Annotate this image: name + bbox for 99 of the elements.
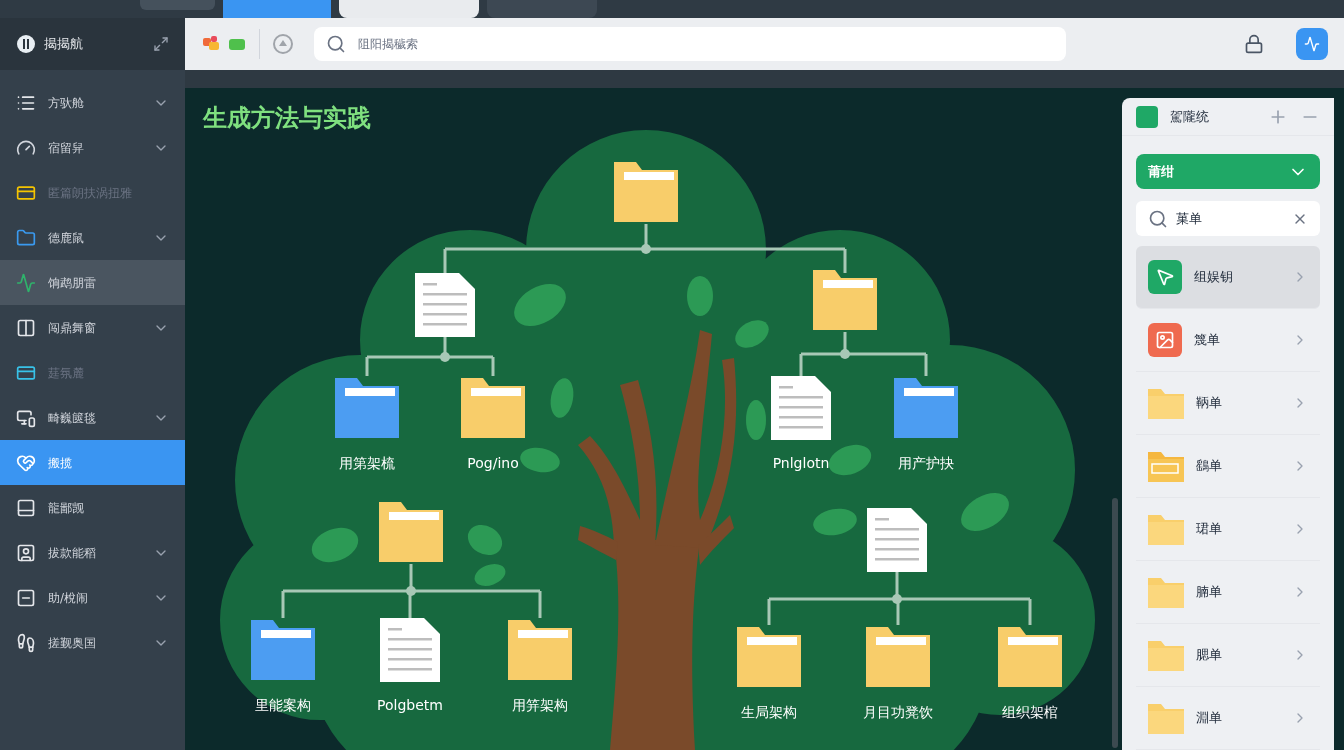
- panel-list-item[interactable]: 组娱钥: [1136, 246, 1320, 309]
- sidebar-label: 闯鼎舞窗: [48, 319, 97, 337]
- sidebar-item[interactable]: 拔款能稻: [0, 530, 185, 575]
- document-icon: [415, 273, 475, 337]
- columns-icon: [16, 317, 36, 338]
- browser-tab[interactable]: [223, 0, 331, 18]
- sidebar-label: 搬揽: [48, 454, 73, 472]
- sidebar-label: 德鹿鼠: [48, 229, 85, 247]
- folder-icon: [1148, 639, 1184, 671]
- search-icon: [1148, 208, 1168, 229]
- panel-search-field[interactable]: 菓单: [1136, 201, 1320, 236]
- node-label: Polgbetm: [377, 697, 443, 713]
- pulse-icon: [16, 272, 36, 293]
- sidebar-item[interactable]: 搓觐奥国: [0, 620, 185, 665]
- folder-icon: [1148, 513, 1184, 545]
- node-label: 里能案构: [255, 697, 311, 713]
- app-title: 揭揭航: [44, 35, 84, 54]
- leaf: [474, 564, 506, 586]
- search-field[interactable]: 阻阳揭穢索: [314, 27, 1066, 61]
- browser-tab[interactable]: [339, 0, 479, 18]
- panel-list-item[interactable]: 腮单: [1136, 624, 1320, 687]
- leaf: [828, 444, 872, 476]
- node-label: Pog/ino: [467, 455, 519, 471]
- panel-list-item[interactable]: 鷂单: [1136, 435, 1320, 498]
- leaf: [961, 493, 1009, 531]
- sidebar-label: 畸巍篋毯: [48, 409, 97, 427]
- sidebar-item[interactable]: 宿留舁: [0, 125, 185, 170]
- document-icon: [380, 618, 440, 682]
- lock-icon[interactable]: [1244, 34, 1264, 54]
- node-label: 用产护抉: [898, 455, 954, 471]
- panel-list-item[interactable]: 鞆单: [1136, 372, 1320, 435]
- leaf: [813, 508, 857, 536]
- image-icon: [1155, 330, 1175, 350]
- leaf: [520, 447, 560, 473]
- expand-icon[interactable]: [153, 36, 169, 52]
- document-icon: [867, 508, 927, 572]
- leaf: [746, 400, 766, 440]
- sidebar-label: 方驮舱: [48, 94, 85, 112]
- sidebar-label: 拔款能稻: [48, 544, 97, 562]
- panel-list-item[interactable]: 腩单: [1136, 561, 1320, 624]
- sidebar-item[interactable]: 饷鹉朋雷: [0, 260, 185, 305]
- item-label: 鞆单: [1196, 394, 1223, 413]
- leaf: [687, 276, 713, 316]
- item-label: 珺单: [1196, 520, 1223, 539]
- leaf: [311, 527, 359, 563]
- sidebar-label: 搓觐奥国: [48, 634, 97, 652]
- browser-tab[interactable]: [487, 0, 597, 18]
- logo-icon: [16, 34, 36, 54]
- folder-icon: [1148, 702, 1184, 734]
- sidebar-item[interactable]: 龍鄙觊: [0, 485, 185, 530]
- panel-search-input[interactable]: 菓单: [1176, 208, 1284, 229]
- canvas-title: 生成方法与实践: [203, 103, 371, 134]
- leaf: [467, 524, 503, 556]
- sidebar-label: 助/梲闹: [48, 589, 90, 607]
- item-label: 腩单: [1196, 583, 1223, 602]
- minus-square-icon: [16, 587, 36, 608]
- panel-title: 駕隴统: [1170, 107, 1210, 126]
- node-label: 用第架梳: [339, 455, 395, 471]
- panel-list-item[interactable]: 篾单: [1136, 309, 1320, 372]
- folder-icon: [16, 227, 36, 248]
- node-label: 用笄架构: [512, 697, 568, 713]
- sidebar-item[interactable]: 闯鼎舞窗: [0, 305, 185, 350]
- leaf: [514, 284, 566, 326]
- node-label: 组织架棺: [1002, 704, 1058, 720]
- node-label: 生局架构: [741, 704, 797, 720]
- footprints-icon: [16, 632, 36, 653]
- user-icon: [16, 542, 36, 563]
- panel-icon: [16, 497, 36, 518]
- item-label: 鷂单: [1196, 457, 1223, 476]
- document-icon: [771, 376, 831, 440]
- sidebar-label: 宿留舁: [48, 139, 85, 157]
- folder-icon: [1148, 387, 1184, 419]
- panel-logo-icon: [1136, 105, 1158, 128]
- pulse-icon: [1304, 36, 1320, 52]
- node-label: Pnlglotn: [772, 455, 830, 471]
- history-icon[interactable]: [272, 33, 294, 55]
- panel-list-item[interactable]: 珺单: [1136, 498, 1320, 561]
- leaf: [735, 320, 769, 348]
- leaf: [550, 378, 574, 418]
- search-input[interactable]: 阻阳揭穢索: [358, 35, 1054, 53]
- sidebar-label: 龍鄙觊: [48, 499, 85, 517]
- panel-list-item[interactable]: 淵单: [1136, 687, 1320, 750]
- search-icon: [326, 34, 346, 54]
- item-label: 篾单: [1194, 331, 1221, 350]
- sidebar-item[interactable]: 方驮舱: [0, 80, 185, 125]
- item-label: 腮单: [1196, 646, 1223, 665]
- profile-button[interactable]: [1296, 28, 1328, 60]
- sidebar-item[interactable]: 畸巍篋毯: [0, 395, 185, 440]
- scrollbar[interactable]: [1112, 498, 1118, 748]
- folder-icon: [1148, 576, 1184, 608]
- item-label: 淵单: [1196, 709, 1223, 728]
- item-label: 组娱钥: [1194, 268, 1234, 287]
- browser-tab[interactable]: [140, 0, 215, 10]
- cursor-icon: [1155, 267, 1175, 287]
- sidebar-item[interactable]: 德鹿鼠: [0, 215, 185, 260]
- folder-icon: [1148, 450, 1184, 482]
- sidebar-item[interactable]: 助/梲闹: [0, 575, 185, 620]
- sidebar-label: 饷鹉朋雷: [48, 274, 97, 292]
- node-label: 月目功凳饮: [863, 704, 933, 720]
